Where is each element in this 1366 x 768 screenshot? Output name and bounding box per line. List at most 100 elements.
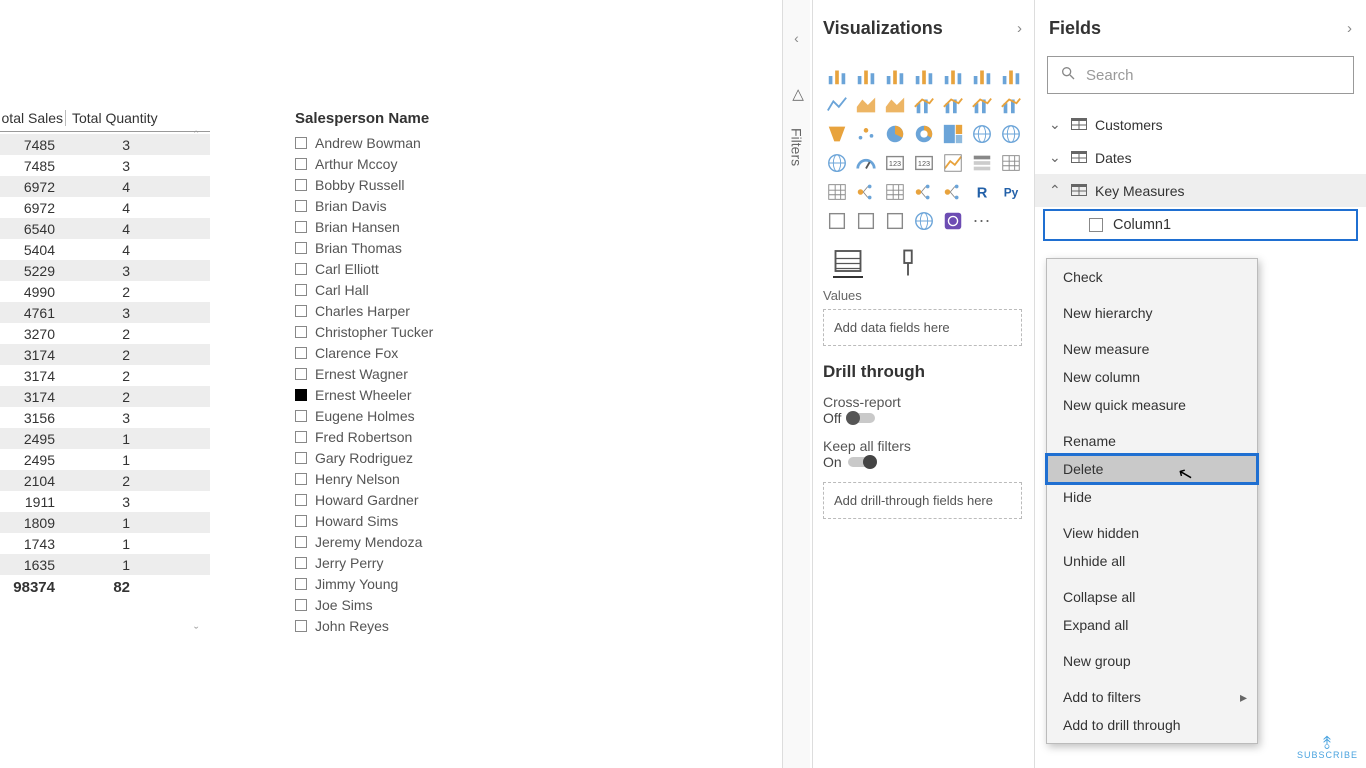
slicer-item[interactable]: Gary Rodriguez xyxy=(295,447,565,468)
table-row[interactable]: 31742 xyxy=(0,344,210,365)
viz-scatter-icon[interactable] xyxy=(852,120,879,147)
table-scroll-up[interactable]: ˆ xyxy=(194,128,198,143)
fields-table-item[interactable]: ⌄Customers xyxy=(1035,108,1366,141)
table-row[interactable]: 31742 xyxy=(0,386,210,407)
ctx-item-rename[interactable]: Rename xyxy=(1047,427,1257,455)
viz-pageq-icon[interactable] xyxy=(881,207,908,234)
table-scroll-down[interactable]: ˇ xyxy=(194,624,198,639)
table-row[interactable]: 74853 xyxy=(0,155,210,176)
viz-stbar-icon[interactable] xyxy=(823,62,850,89)
slicer-item[interactable]: Charles Harper xyxy=(295,300,565,321)
table-row[interactable]: 24951 xyxy=(0,428,210,449)
table-row[interactable]: 49902 xyxy=(0,281,210,302)
fields-table-item[interactable]: ⌃Key Measures xyxy=(1035,174,1366,207)
slicer-item[interactable]: Bobby Russell xyxy=(295,174,565,195)
viz-combo2-icon[interactable] xyxy=(939,91,966,118)
viz-nlp-icon[interactable] xyxy=(852,207,879,234)
table-row[interactable]: 19113 xyxy=(0,491,210,512)
slicer-item[interactable]: Carl Elliott xyxy=(295,258,565,279)
ctx-item-delete[interactable]: Delete xyxy=(1047,455,1257,483)
chevron-right-icon[interactable]: › xyxy=(1017,20,1022,37)
table-row[interactable]: 69724 xyxy=(0,176,210,197)
viz-decomp-icon[interactable] xyxy=(852,178,879,205)
table-row[interactable]: 31742 xyxy=(0,365,210,386)
slicer-item[interactable]: Christopher Tucker xyxy=(295,321,565,342)
slicer-item[interactable]: Jeremy Mendoza xyxy=(295,531,565,552)
chevron-right-icon[interactable]: › xyxy=(1347,20,1352,37)
viz-clbar-icon[interactable] xyxy=(852,62,879,89)
ctx-item-hide[interactable]: Hide xyxy=(1047,483,1257,511)
table-row[interactable]: 17431 xyxy=(0,533,210,554)
viz-more-icon[interactable]: ··· xyxy=(968,207,995,234)
viz-water-icon[interactable] xyxy=(997,91,1024,118)
viz-qna-icon[interactable] xyxy=(910,178,937,205)
viz-matrix2-icon[interactable] xyxy=(881,178,908,205)
viz-table-icon[interactable] xyxy=(997,149,1024,176)
viz-card-icon[interactable]: 123 xyxy=(881,149,908,176)
viz-donut-icon[interactable] xyxy=(910,120,937,147)
viz-hbar-icon[interactable] xyxy=(939,62,966,89)
slicer-item[interactable]: Clarence Fox xyxy=(295,342,565,363)
table-row[interactable]: 47613 xyxy=(0,302,210,323)
col-total-quantity[interactable]: Total Quantity xyxy=(65,110,210,126)
viz-gauge-icon[interactable] xyxy=(852,149,879,176)
table-row[interactable]: 54044 xyxy=(0,239,210,260)
viz-arcgis-icon[interactable] xyxy=(939,207,966,234)
table-row[interactable]: 52293 xyxy=(0,260,210,281)
viz-map-icon[interactable] xyxy=(968,120,995,147)
slicer-item[interactable]: Ernest Wagner xyxy=(295,363,565,384)
viz-h100-icon[interactable] xyxy=(997,62,1024,89)
viz-slicer-icon[interactable] xyxy=(968,149,995,176)
viz-line-icon[interactable] xyxy=(823,91,850,118)
viz-mcard-icon[interactable]: 123 xyxy=(910,149,937,176)
slicer-item[interactable]: Eugene Holmes xyxy=(295,405,565,426)
table-row[interactable]: 65404 xyxy=(0,218,210,239)
slicer-item[interactable]: Brian Hansen xyxy=(295,216,565,237)
ctx-item-new-column[interactable]: New column xyxy=(1047,363,1257,391)
ctx-item-add-to-drill-through[interactable]: Add to drill through xyxy=(1047,711,1257,739)
table-row[interactable]: 24951 xyxy=(0,449,210,470)
slicer-item[interactable]: Andrew Bowman xyxy=(295,132,565,153)
viz-sarea-icon[interactable] xyxy=(881,91,908,118)
viz-stcol-icon[interactable] xyxy=(881,62,908,89)
filters-collapsed-tab[interactable]: ‹ ▷ Filters xyxy=(782,0,810,768)
slicer-item[interactable]: Howard Sims xyxy=(295,510,565,531)
viz-ribbon-icon[interactable] xyxy=(968,91,995,118)
ctx-item-new-group[interactable]: New group xyxy=(1047,647,1257,675)
slicer-item[interactable]: John Reyes xyxy=(295,615,565,636)
table-row[interactable]: 32702 xyxy=(0,323,210,344)
format-tab-icon[interactable] xyxy=(893,248,923,278)
viz-funnel-icon[interactable] xyxy=(823,120,850,147)
ctx-item-expand-all[interactable]: Expand all xyxy=(1047,611,1257,639)
slicer-item[interactable]: Arthur Mccoy xyxy=(295,153,565,174)
viz-globe-icon[interactable] xyxy=(823,149,850,176)
slicer-item[interactable]: Fred Robertson xyxy=(295,426,565,447)
viz-globe2-icon[interactable] xyxy=(910,207,937,234)
viz-keyinf-icon[interactable] xyxy=(939,178,966,205)
slicer-item[interactable]: Jimmy Young xyxy=(295,573,565,594)
table-row[interactable]: 18091 xyxy=(0,512,210,533)
viz-r-icon[interactable]: R xyxy=(968,178,995,205)
col-total-sales[interactable]: otal Sales xyxy=(0,110,65,126)
ctx-item-collapse-all[interactable]: Collapse all xyxy=(1047,583,1257,611)
table-row[interactable]: 21042 xyxy=(0,470,210,491)
slicer-item[interactable]: Carl Hall xyxy=(295,279,565,300)
viz-kd-icon[interactable] xyxy=(823,207,850,234)
ctx-item-add-to-filters[interactable]: Add to filters xyxy=(1047,683,1257,711)
fields-search-input[interactable]: Search xyxy=(1047,56,1354,94)
fields-table-item[interactable]: ⌄Dates xyxy=(1035,141,1366,174)
viz-matrix-icon[interactable] xyxy=(823,178,850,205)
slicer-item[interactable]: Henry Nelson xyxy=(295,468,565,489)
fields-tab-icon[interactable] xyxy=(833,248,863,278)
viz-sthbar-icon[interactable] xyxy=(968,62,995,89)
drill-through-field-well[interactable]: Add drill-through fields here xyxy=(823,482,1022,519)
viz-tree-icon[interactable] xyxy=(939,120,966,147)
viz-kpi-icon[interactable] xyxy=(939,149,966,176)
values-field-well[interactable]: Add data fields here xyxy=(823,309,1022,346)
slicer-item[interactable]: Joe Sims xyxy=(295,594,565,615)
keep-filters-toggle[interactable]: On xyxy=(823,454,876,470)
field-item[interactable]: Column1 xyxy=(1043,209,1358,241)
viz-pie-icon[interactable] xyxy=(881,120,908,147)
slicer-item[interactable]: Brian Davis xyxy=(295,195,565,216)
table-row[interactable]: 69724 xyxy=(0,197,210,218)
